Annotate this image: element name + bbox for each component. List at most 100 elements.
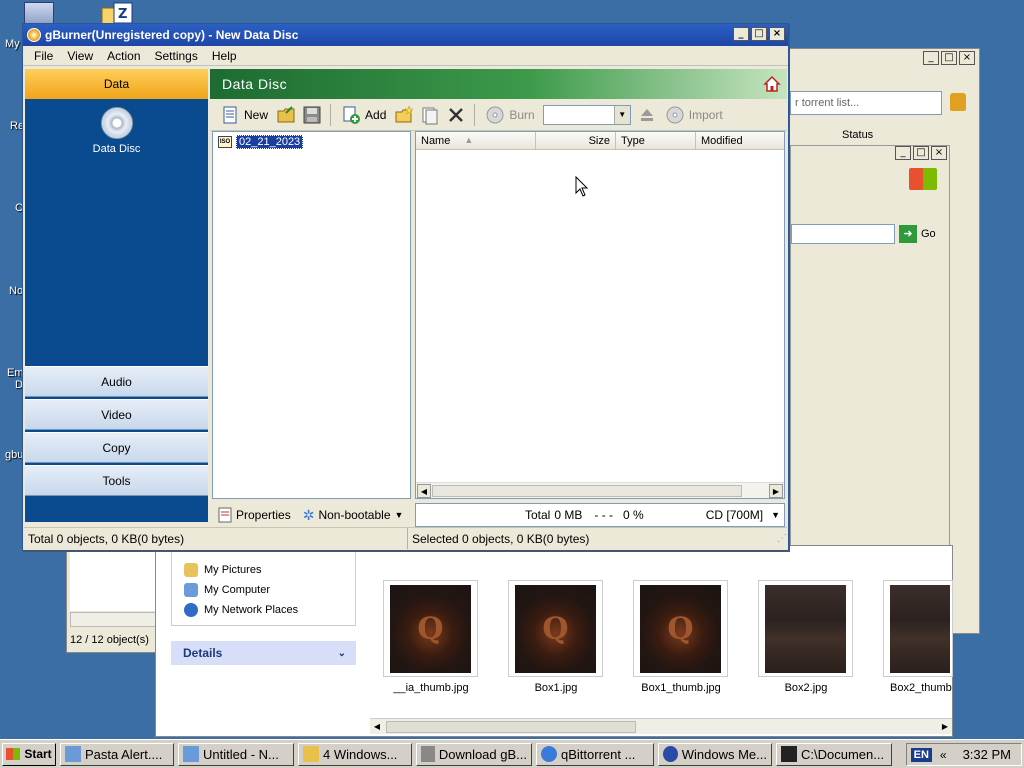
disc-type-select[interactable]: CD [700M] ▼	[706, 508, 780, 522]
scroll-thumb[interactable]	[386, 721, 636, 733]
eject-icon[interactable]	[637, 105, 657, 125]
go-button[interactable]: ➜ Go	[899, 224, 945, 244]
properties-doc-icon[interactable]	[420, 105, 440, 125]
maximize-icon[interactable]: □	[941, 51, 957, 65]
computer-icon	[184, 583, 198, 597]
delete-icon[interactable]	[446, 105, 466, 125]
nav-tools-tab[interactable]: Tools	[25, 465, 208, 496]
home-icon[interactable]	[763, 75, 781, 93]
menu-view[interactable]: View	[60, 49, 100, 63]
scroll-left-icon[interactable]: ◀	[370, 720, 384, 734]
task-my-network-places[interactable]: My Network Places	[172, 600, 355, 620]
close-icon[interactable]: ×	[959, 51, 975, 65]
lock-icon[interactable]	[950, 93, 966, 111]
scroll-right-icon[interactable]: ▶	[938, 720, 952, 734]
clock[interactable]: 3:32 PM	[963, 747, 1011, 762]
burner-select[interactable]: ▼	[542, 104, 631, 125]
open-folder-icon[interactable]	[276, 105, 296, 125]
back-window-hscroll[interactable]	[70, 612, 156, 627]
thumbnail-box1-thumb[interactable]: Q	[633, 580, 728, 677]
taskbar-item-download[interactable]: Download gB...	[416, 742, 532, 766]
gburner-app-icon	[27, 28, 41, 42]
start-button[interactable]: Start	[2, 742, 56, 766]
tray-expand-icon[interactable]: «	[940, 748, 947, 762]
back-window-left[interactable]: 12 / 12 object(s)	[66, 548, 158, 653]
list-hscroll[interactable]: ◀ ▶	[416, 482, 784, 498]
torrent-search-input[interactable]: r torrent list...	[790, 91, 942, 115]
dropdown-arrow-icon[interactable]: ▼	[771, 510, 780, 520]
scroll-right-icon[interactable]: ▶	[769, 484, 783, 498]
menu-bar: File View Action Settings Help	[23, 46, 788, 66]
nav-copy-tab[interactable]: Copy	[25, 432, 208, 463]
address-combo[interactable]	[791, 224, 895, 244]
other-places-pane: My Pictures My Computer My Network Place…	[171, 551, 356, 626]
explorer-hscroll[interactable]: ◀ ▶	[370, 718, 952, 734]
new-button[interactable]: New	[218, 102, 270, 128]
column-modified[interactable]: Modified	[696, 132, 784, 149]
taskbar-item-notepad[interactable]: Untitled - N...	[178, 742, 294, 766]
language-indicator[interactable]: EN	[910, 747, 932, 762]
task-my-computer[interactable]: My Computer	[172, 580, 355, 600]
task-my-pictures[interactable]: My Pictures	[172, 560, 355, 580]
column-type[interactable]: Type	[616, 132, 696, 149]
column-size[interactable]: Size	[536, 132, 616, 149]
menu-action[interactable]: Action	[100, 49, 147, 63]
thumbnail-image: Q	[515, 585, 596, 673]
torrent-status-header[interactable]: Status	[842, 129, 873, 141]
nav-data-tab[interactable]: Data	[25, 69, 208, 99]
title-bar[interactable]: gBurner(Unregistered copy) - New Data Di…	[23, 24, 788, 46]
gburner-window[interactable]: gBurner(Unregistered copy) - New Data Di…	[22, 23, 789, 551]
taskbar-item-qbittorrent[interactable]: qBittorrent ...	[536, 742, 654, 766]
expand-chevron-icon[interactable]: ⌄	[338, 648, 346, 659]
maximize-icon[interactable]: □	[913, 146, 929, 160]
details-section-header[interactable]: Details ⌄	[171, 641, 356, 665]
nav-audio-tab[interactable]: Audio	[25, 366, 208, 397]
task-label: C:\Documen...	[801, 746, 885, 762]
properties-button[interactable]: Properties	[218, 507, 291, 523]
menu-help[interactable]: Help	[205, 49, 244, 63]
maximize-icon[interactable]: □	[751, 27, 767, 41]
add-files-icon	[343, 106, 361, 124]
torrent-inner-window[interactable]: _ □ × ➜ Go	[790, 145, 950, 585]
tree-item-root[interactable]: ISO 02_21_2023	[218, 135, 304, 149]
document-icon	[65, 746, 81, 762]
back-window-pane	[70, 549, 156, 611]
menu-file[interactable]: File	[27, 49, 60, 63]
folder-tree[interactable]: ISO 02_21_2023	[212, 131, 411, 499]
thumbnail-box1[interactable]: Q	[508, 580, 603, 677]
nav-video-tab[interactable]: Video	[25, 399, 208, 430]
taskbar-item-cmd[interactable]: C:\Documen...	[776, 742, 892, 766]
new-document-icon	[223, 106, 237, 123]
burn-button[interactable]: Burn	[483, 102, 536, 128]
bootable-dropdown[interactable]: ✲ Non-bootable ▼	[303, 507, 404, 524]
scroll-left-icon[interactable]: ◀	[417, 484, 431, 498]
gear-icon: ✲	[302, 506, 315, 523]
thumbnail-ia-thumb[interactable]: Q	[383, 580, 478, 677]
new-folder-icon[interactable]	[394, 104, 415, 125]
task-label: Download gB...	[438, 746, 527, 762]
taskbar-item-windows-media[interactable]: Windows Me...	[658, 742, 772, 766]
add-button[interactable]: Add	[339, 102, 388, 128]
taskbar-item-pasta-alert[interactable]: Pasta Alert....	[60, 742, 174, 766]
explorer-window[interactable]: My Pictures My Computer My Network Place…	[155, 545, 953, 737]
import-button[interactable]: Import	[663, 102, 725, 128]
resize-grip-icon[interactable]: ⋰	[773, 528, 787, 549]
save-icon[interactable]	[302, 105, 322, 125]
file-list[interactable]: Name ▲ Size Type Modified ◀ ▶	[415, 131, 785, 499]
minimize-icon[interactable]: _	[733, 27, 749, 41]
close-icon[interactable]: ×	[769, 27, 785, 41]
close-icon[interactable]: ×	[931, 146, 947, 160]
minimize-icon[interactable]: _	[895, 146, 911, 160]
thumbnail-box2-thumb[interactable]	[883, 580, 953, 677]
task-label: My Pictures	[204, 564, 262, 576]
nav-data-disc-item[interactable]: Data Disc	[25, 107, 208, 155]
dropdown-arrow-icon[interactable]: ▼	[613, 105, 630, 124]
thumbnail-box2[interactable]	[758, 580, 853, 677]
menu-settings[interactable]: Settings	[148, 49, 205, 63]
scroll-thumb[interactable]	[432, 485, 742, 497]
minimize-icon[interactable]: _	[923, 51, 939, 65]
column-name[interactable]: Name ▲	[416, 132, 536, 149]
thumbnail-label: Box2.jpg	[784, 682, 828, 694]
tree-item-label[interactable]: 02_21_2023	[236, 135, 304, 149]
taskbar-item-windows-group[interactable]: 4 Windows...	[298, 742, 412, 766]
